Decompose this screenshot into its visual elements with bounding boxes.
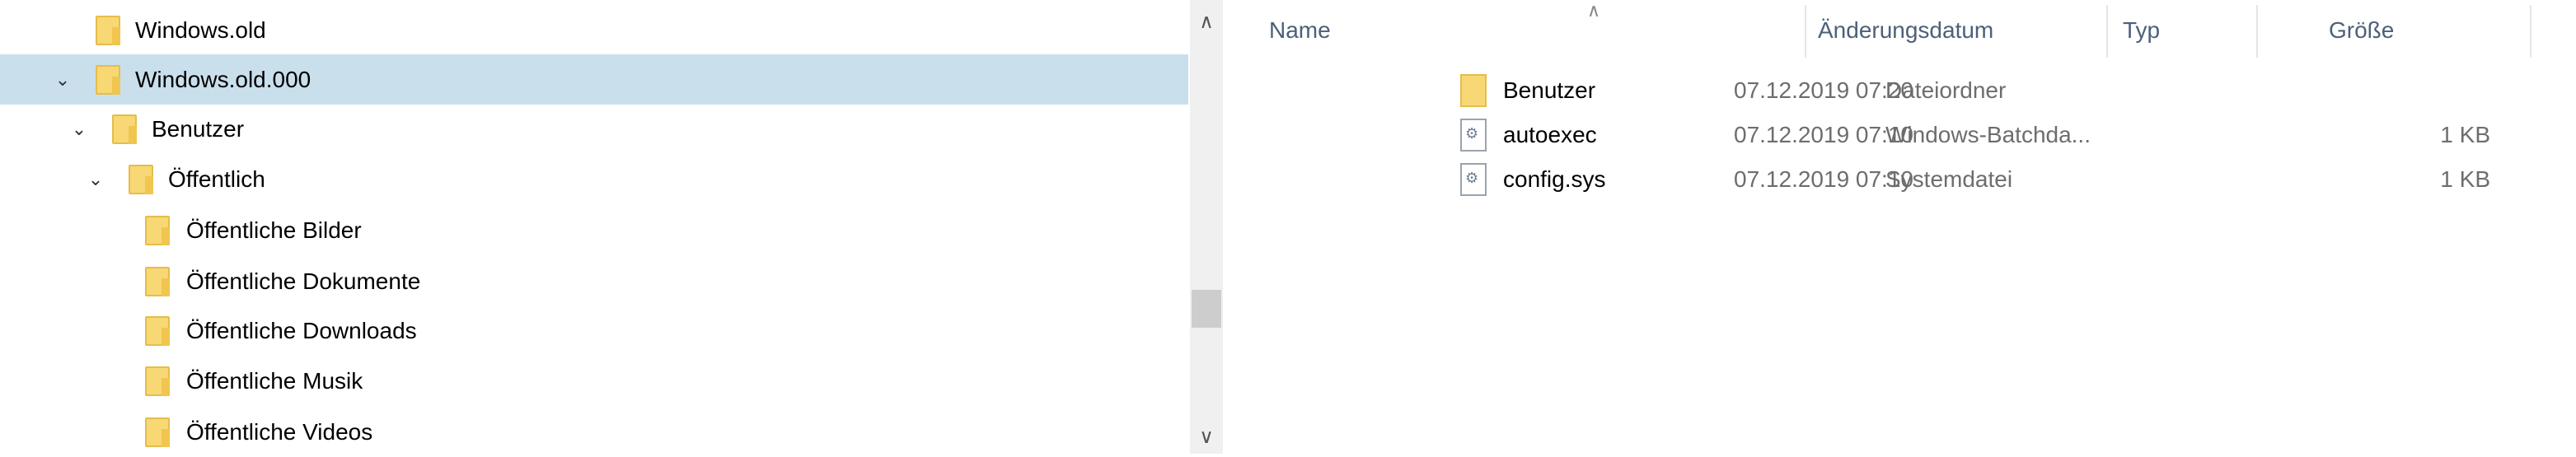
file-size: 1 KB xyxy=(2440,122,2490,147)
column-label: Änderungsdatum xyxy=(1818,17,1994,43)
folder-icon xyxy=(129,164,153,194)
tree-item-label: Windows.old xyxy=(135,16,266,43)
column-header-size[interactable]: Größe xyxy=(2329,0,2394,61)
sort-ascending-icon: ∧ xyxy=(1587,0,1601,21)
tree-item-oeffentliche-bilder[interactable]: Öffentliche Bilder xyxy=(0,205,1188,255)
folder-icon xyxy=(145,417,170,447)
column-divider[interactable] xyxy=(2256,5,2258,58)
navigation-tree: Windows.old ⌄ Windows.old.000 ⌄ Benutzer… xyxy=(0,0,1188,454)
column-label: Name xyxy=(1269,17,1331,43)
folder-icon xyxy=(96,64,120,95)
file-name: config.sys xyxy=(1503,166,1606,192)
tree-item-label: Benutzer xyxy=(152,115,245,142)
folder-icon xyxy=(112,114,137,144)
tree-item-oeffentliche-dokumente[interactable]: Öffentliche Dokumente xyxy=(0,256,1188,306)
system-file-icon xyxy=(1460,163,1487,196)
chevron-down-icon[interactable]: ⌄ xyxy=(54,70,71,88)
column-divider[interactable] xyxy=(1805,5,1806,58)
column-header-date[interactable]: Änderungsdatum xyxy=(1818,0,1993,61)
file-type: Dateiordner xyxy=(1885,77,2007,103)
batch-file-icon xyxy=(1460,119,1487,152)
scroll-up-icon[interactable]: ∧ xyxy=(1190,10,1223,34)
folder-icon xyxy=(145,266,170,296)
tree-item-label: Öffentlich xyxy=(168,166,265,192)
tree-item-windows-old[interactable]: Windows.old xyxy=(0,5,1188,55)
column-header-type[interactable]: Typ xyxy=(2123,0,2160,61)
file-name: Benutzer xyxy=(1503,77,1596,103)
file-size: 1 KB xyxy=(2440,166,2490,192)
file-row[interactable]: Benutzer 07.12.2019 07:20 Dateiordner xyxy=(1228,69,2576,114)
column-label: Typ xyxy=(2123,17,2161,43)
file-type: Windows-Batchda... xyxy=(1885,122,2091,147)
file-type: Systemdatei xyxy=(1885,166,2013,192)
chevron-down-icon[interactable]: ⌄ xyxy=(71,119,87,138)
tree-item-oeffentliche-musik[interactable]: Öffentliche Musik xyxy=(0,356,1188,406)
column-label: Größe xyxy=(2329,17,2395,43)
chevron-down-icon[interactable]: ⌄ xyxy=(87,170,104,188)
scroll-down-icon[interactable]: ∨ xyxy=(1190,425,1223,449)
file-row[interactable]: autoexec 07.12.2019 07:10 Windows-Batchd… xyxy=(1228,114,2576,158)
tree-item-oeffentliche-videos[interactable]: Öffentliche Videos xyxy=(0,407,1188,457)
tree-item-label: Öffentliche Downloads xyxy=(186,317,417,343)
tree-item-label: Öffentliche Dokumente xyxy=(186,268,421,294)
tree-scrollbar[interactable]: ∧ ∨ xyxy=(1190,0,1223,454)
folder-icon xyxy=(1460,74,1487,107)
tree-item-benutzer[interactable]: ⌄ Benutzer xyxy=(0,104,1188,154)
column-divider[interactable] xyxy=(2530,5,2532,58)
folder-icon xyxy=(96,15,120,45)
folder-icon xyxy=(145,315,170,346)
file-name: autoexec xyxy=(1503,122,1597,147)
file-row[interactable]: config.sys 07.12.2019 07:10 Systemdatei … xyxy=(1228,158,2576,203)
tree-item-windows-old-000[interactable]: ⌄ Windows.old.000 xyxy=(0,54,1188,105)
scrollbar-thumb[interactable] xyxy=(1192,290,1221,328)
column-divider[interactable] xyxy=(2106,5,2108,58)
tree-item-label: Öffentliche Musik xyxy=(186,367,363,394)
file-list: ∧ Name Änderungsdatum Typ Größe Benutzer… xyxy=(1228,0,2576,454)
tree-item-oeffentlich[interactable]: ⌄ Öffentlich xyxy=(0,154,1188,204)
tree-item-label: Öffentliche Videos xyxy=(186,418,373,445)
folder-icon xyxy=(145,215,170,245)
tree-item-label: Windows.old.000 xyxy=(135,66,311,92)
tree-item-label: Öffentliche Bilder xyxy=(186,217,362,243)
tree-item-oeffentliche-downloads[interactable]: Öffentliche Downloads xyxy=(0,305,1188,356)
folder-icon xyxy=(145,366,170,396)
column-header-name[interactable]: Name xyxy=(1269,0,1331,61)
